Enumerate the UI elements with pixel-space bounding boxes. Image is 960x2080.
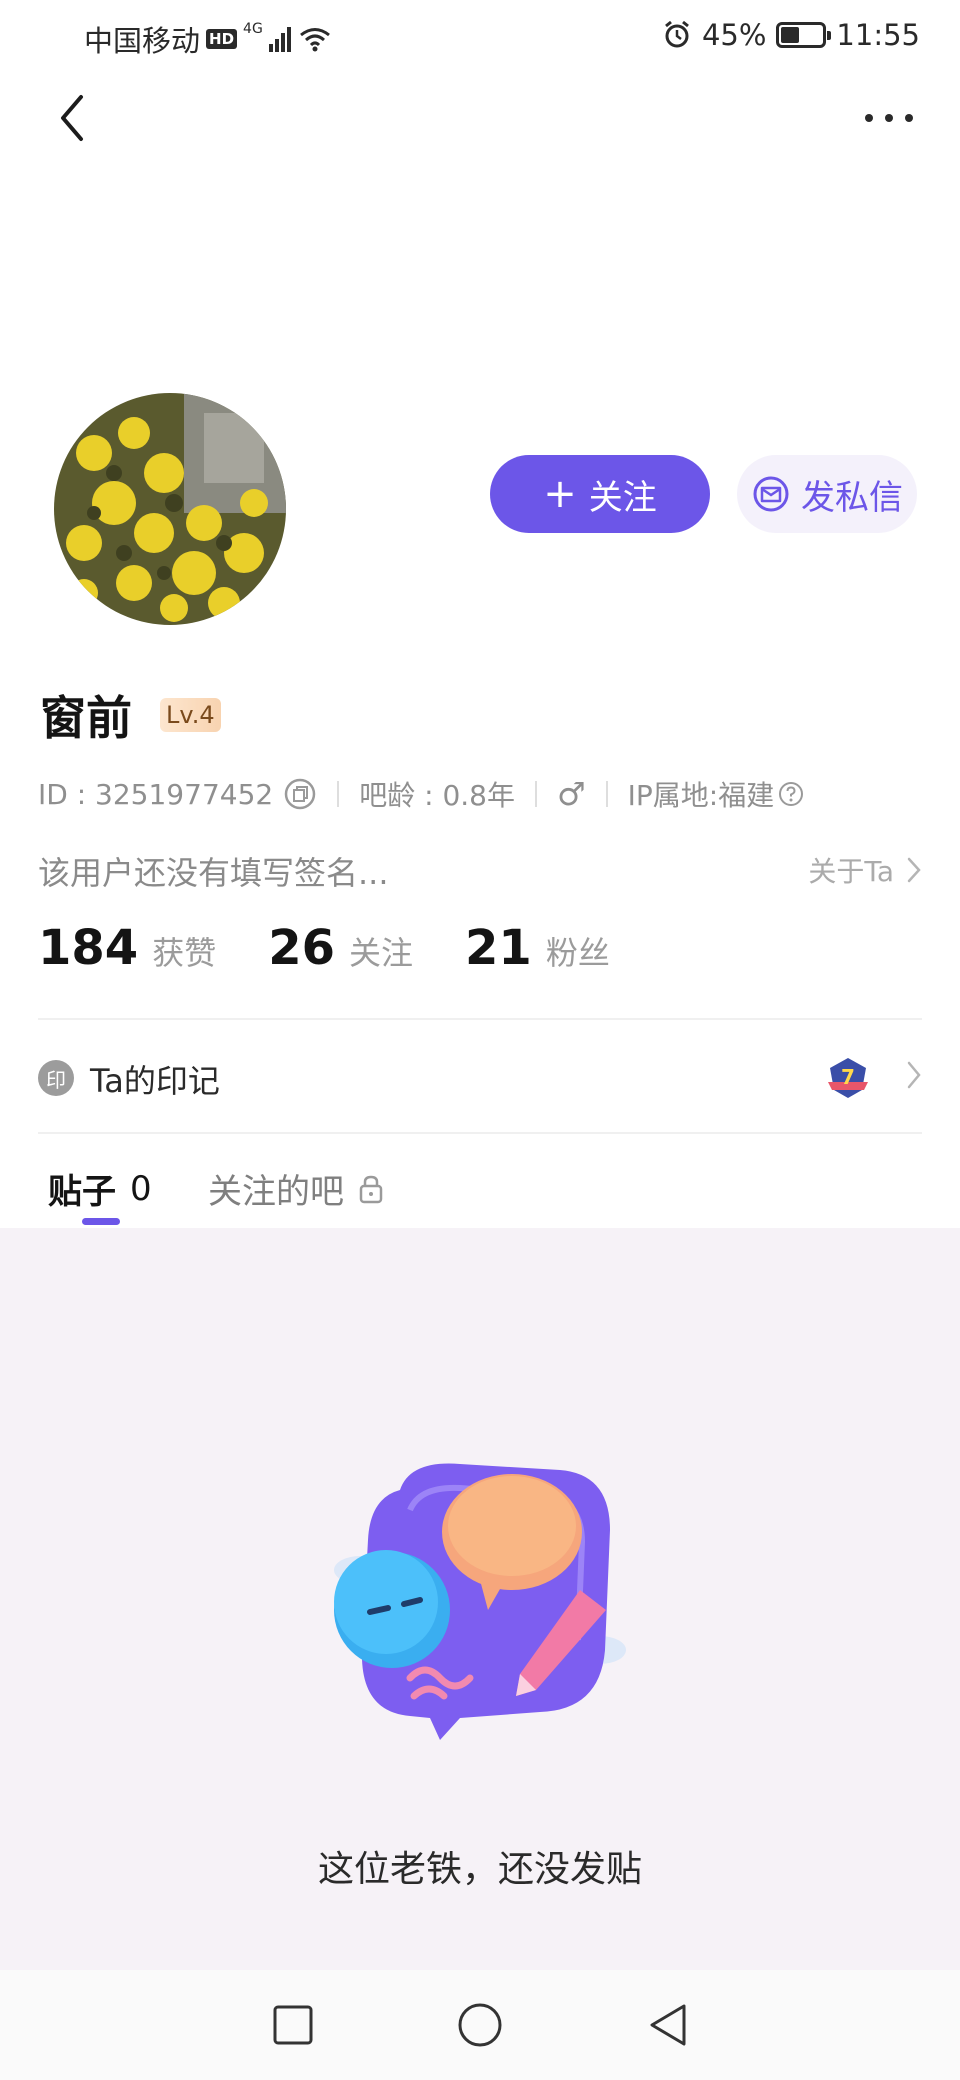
battery-fill [781, 27, 800, 43]
stats-row: 184 获赞 26 关注 21 粉丝 [38, 920, 610, 976]
chevron-right-icon [907, 1061, 921, 1089]
copy-icon[interactable] [283, 777, 317, 811]
following-count: 26 [268, 920, 336, 976]
active-tab-indicator [82, 1218, 120, 1225]
tab-posts[interactable]: 贴子 0 [48, 1164, 152, 1213]
help-icon[interactable] [778, 781, 804, 807]
username: 窗前 [40, 691, 132, 745]
divider [38, 1132, 922, 1134]
chevron-left-icon [61, 95, 83, 141]
system-back-button[interactable] [637, 1995, 697, 2055]
avatar-image [54, 393, 286, 625]
square-icon [273, 2005, 313, 2045]
stat-following[interactable]: 26 关注 [268, 920, 413, 976]
tab-posts-label: 贴子 [48, 1172, 116, 1212]
tab-followed-bars-label: 关注的吧 [208, 1172, 344, 1212]
recent-apps-button[interactable] [263, 1995, 323, 2055]
wifi-icon [299, 28, 330, 52]
tab-followed-bars[interactable]: 关注的吧 [208, 1164, 384, 1213]
signal-icon [268, 27, 291, 52]
clock-time: 11:55 [836, 18, 920, 52]
imprint-label: Ta的印记 [90, 1062, 220, 1100]
more-dots-icon [865, 114, 913, 122]
avatar[interactable] [54, 393, 286, 625]
carrier-name: 中国移动 [84, 24, 201, 58]
mail-icon [753, 476, 789, 512]
plus-icon: + [543, 471, 577, 517]
fans-label: 粉丝 [545, 934, 610, 972]
hd-badge: HD [206, 29, 238, 49]
back-button[interactable] [44, 90, 100, 146]
separator [337, 781, 340, 807]
empty-state-message: 这位老铁，还没发贴 [317, 1849, 642, 1890]
top-nav [0, 78, 960, 158]
follow-button[interactable]: + 关注 [490, 455, 710, 533]
chevron-right-icon [907, 857, 921, 883]
ip-location: IP属地:福建 [627, 779, 775, 812]
imprint-icon: 印 [38, 1060, 74, 1096]
network-type: 4G [243, 21, 263, 37]
gender-icon: ♂ [556, 775, 586, 813]
user-id: ID : 3251977452 [38, 777, 274, 811]
posts-empty-state: 这位老铁，还没发贴 [0, 1228, 960, 1970]
stat-fans[interactable]: 21 粉丝 [465, 920, 610, 976]
following-label: 关注 [349, 934, 414, 972]
level-badge: Lv.4 [160, 698, 221, 732]
about-ta-label: 关于Ta [808, 855, 894, 888]
more-options-button[interactable] [854, 90, 924, 146]
status-bar: 中国移动 HD 4G 45% 11:55 [0, 0, 960, 78]
lock-icon [359, 1175, 383, 1203]
stat-likes[interactable]: 184 获赞 [38, 920, 216, 976]
badge-number: 7 [841, 1065, 855, 1089]
status-left: 中国移动 HD 4G [84, 18, 331, 60]
tab-posts-count: 0 [130, 1168, 152, 1209]
bio-text: 该用户还没有填写签名... [38, 854, 389, 892]
likes-label: 获赞 [152, 934, 217, 972]
bio-row: 该用户还没有填写签名... 关于Ta [38, 848, 922, 896]
battery-icon [776, 22, 832, 48]
send-message-label: 发私信 [801, 477, 903, 518]
separator [534, 781, 537, 807]
about-ta-link[interactable]: 关于Ta [808, 850, 922, 890]
profile-tabs: 贴子 0 关注的吧 [38, 1150, 922, 1230]
fans-count: 21 [465, 920, 532, 976]
imprint-row[interactable]: 印 Ta的印记 7 [38, 1020, 922, 1134]
user-meta-row: ID : 3251977452 吧龄 : 0.8年 ♂ IP属地:福建 [38, 774, 804, 814]
likes-count: 184 [38, 920, 139, 976]
circle-icon [458, 2003, 502, 2047]
empty-posts-illustration [334, 1463, 626, 1740]
username-row: 窗前 Lv.4 [40, 682, 221, 748]
separator [605, 781, 608, 807]
home-button[interactable] [450, 1995, 510, 2055]
tieba-age: 吧龄 : 0.8年 [359, 779, 515, 812]
battery-percent: 45% [701, 18, 767, 52]
send-message-button[interactable]: 发私信 [737, 455, 917, 533]
follow-label: 关注 [588, 477, 657, 518]
status-right: 45% 11:55 [662, 18, 920, 52]
triangle-back-icon [650, 2004, 686, 2046]
alarm-icon [665, 20, 689, 48]
medal-badge-icon: 7 [828, 1058, 868, 1098]
system-nav-bar [0, 1970, 960, 2080]
